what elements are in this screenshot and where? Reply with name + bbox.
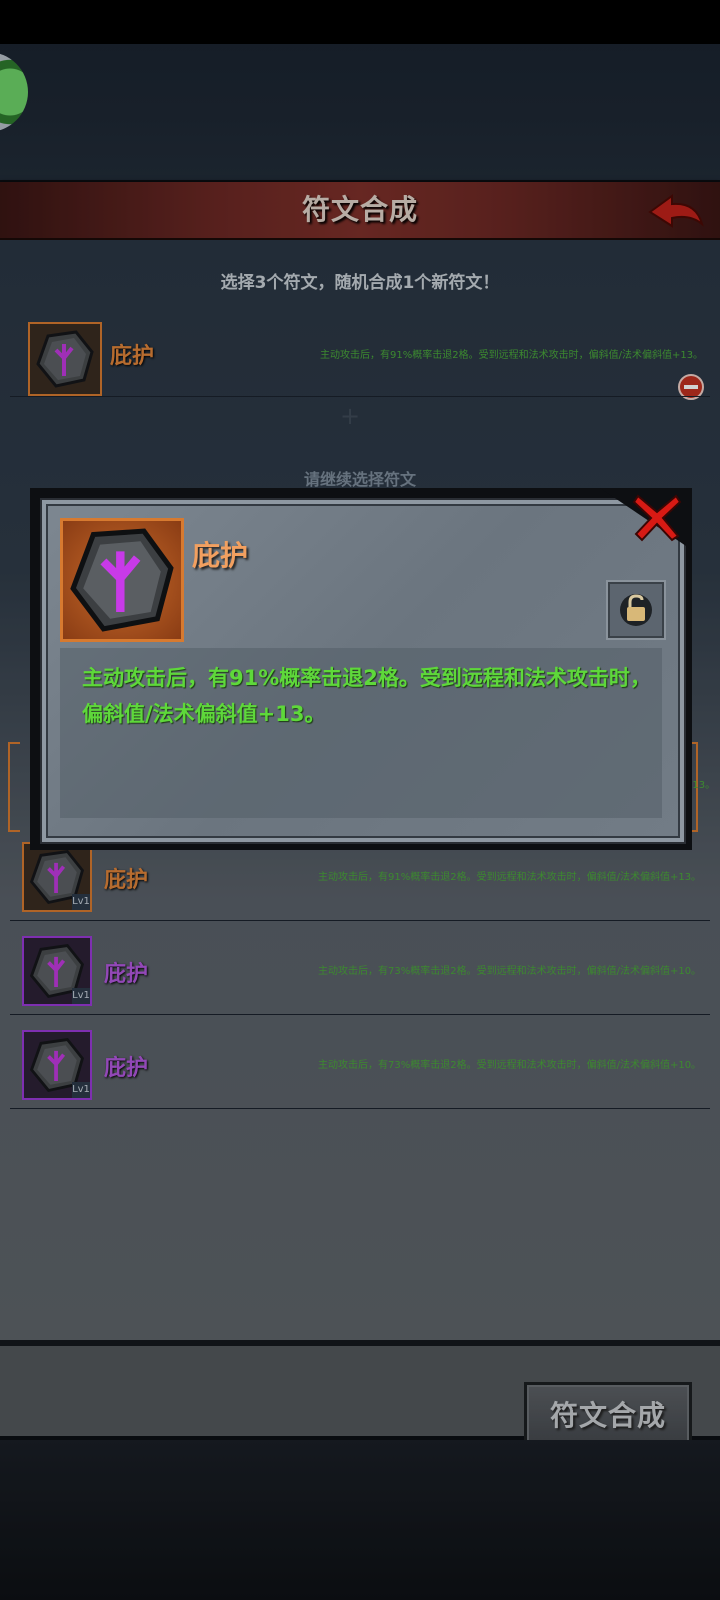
unlock-icon[interactable]	[606, 580, 666, 640]
rune-list-item-description: 主动攻击后，有73%概率击退2格。受到远程和法术攻击时，偏斜值/法术偏斜值+10…	[318, 1060, 702, 1071]
selected-rune-name: 庇护	[110, 344, 155, 369]
divider	[10, 1014, 710, 1015]
rune-list-item-description: 主动攻击后，有91%概率击退2格。受到远程和法术攻击时，偏斜值/法术偏斜值+13…	[318, 872, 702, 883]
add-slot-plus-icon[interactable]: +	[340, 402, 360, 430]
rune-stone-icon	[70, 528, 174, 632]
rune-level-badge: Lv1	[72, 1082, 90, 1098]
status-bar	[0, 0, 720, 44]
rune-list-item-slot[interactable]: Lv1	[22, 842, 92, 912]
selected-rune-slot[interactable]	[28, 322, 102, 396]
close-x-icon[interactable]	[632, 492, 682, 542]
rune-list-item-description: 主动攻击后，有73%概率击退2格。受到远程和法术攻击时，偏斜值/法术偏斜值+10…	[318, 966, 702, 977]
rune-level-badge: Lv1	[72, 988, 90, 1004]
modal-rune-name: 庇护	[192, 539, 249, 572]
bottom-background	[0, 1440, 720, 1600]
modal-rune-icon-frame	[60, 518, 184, 642]
rune-list-item-slot[interactable]: Lv1	[22, 1030, 92, 1100]
rune-level-badge: Lv1	[72, 894, 90, 910]
instruction-text: 选择3个符文，随机合成1个新符文！	[220, 273, 500, 293]
back-arrow-icon[interactable]	[646, 190, 706, 234]
modal-rune-description: 主动攻击后，有91%概率击退2格。受到远程和法术攻击时，偏斜值/法术偏斜值+13…	[82, 666, 651, 726]
rune-list-item-slot[interactable]: Lv1	[22, 936, 92, 1006]
divider	[10, 396, 710, 397]
rune-list-item-name: 庇护	[104, 1056, 149, 1081]
page-title: 符文合成	[301, 193, 418, 226]
continue-select-prompt: 请继续选择符文	[303, 470, 416, 489]
rune-stone-icon	[36, 330, 94, 388]
rune-list-item-name: 庇护	[104, 868, 149, 893]
divider	[10, 1108, 710, 1109]
rune-list-item-name: 庇护	[104, 962, 149, 987]
divider	[10, 920, 710, 921]
selection-bracket-left	[8, 742, 20, 832]
selected-rune-description: 主动攻击后，有91%概率击退2格。受到远程和法术攻击时，偏斜值/法术偏斜值+13…	[320, 350, 704, 361]
top-background	[0, 44, 720, 180]
